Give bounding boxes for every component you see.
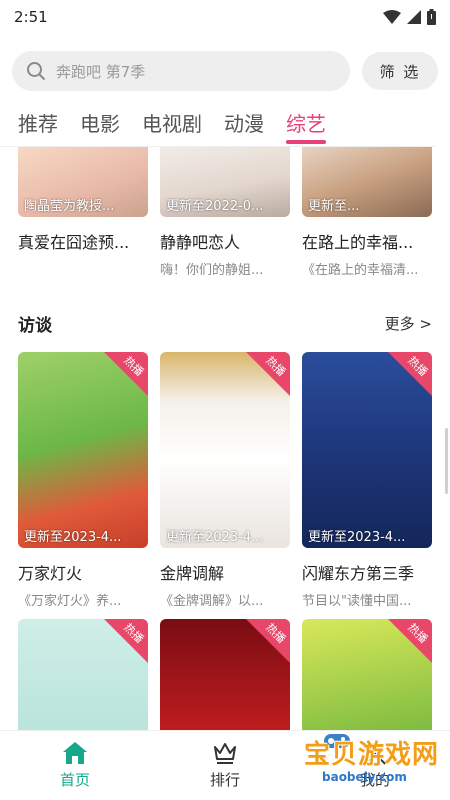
show-card[interactable]: 热播 更新至2023-4... 闪耀东方第三季 节目以"读懂中国...	[302, 352, 432, 609]
show-title: 金牌调解	[160, 564, 225, 583]
show-thumbnail: 热播	[160, 619, 290, 730]
show-card[interactable]: 热播 更新至2023-4... 金牌调解 《金牌调解》以...	[160, 352, 290, 609]
show-thumbnail: 热播 更新至2023-4...	[160, 352, 290, 548]
show-thumbnail: 更新至2022-0...	[160, 147, 290, 217]
tab-tv-series[interactable]: 电视剧	[142, 100, 202, 137]
nav-label: 排行	[209, 771, 240, 789]
show-title: 万家灯火	[18, 564, 83, 583]
tab-active-underline	[286, 140, 326, 144]
show-thumbnail: 热播	[18, 619, 148, 730]
show-subtitle: 《万家灯火》养...	[18, 594, 122, 609]
search-row: 奔跑吧 第7季 筛 选	[12, 50, 438, 92]
show-card[interactable]: 热播	[18, 619, 148, 730]
tab-anime[interactable]: 动漫	[224, 100, 264, 137]
show-thumbnail: 热播 更新至2023-4...	[18, 352, 148, 548]
tab-label: 综艺	[286, 112, 326, 136]
show-thumbnail: 热播	[302, 619, 432, 730]
signal-icon	[407, 10, 421, 24]
tab-label: 电影	[80, 112, 120, 136]
show-card[interactable]: 热播 更新至2023-4... 万家灯火 《万家灯火》养...	[18, 352, 148, 609]
status-icons	[383, 9, 436, 25]
watermark-title: 宝贝游戏网	[304, 740, 440, 770]
section-header-interview: 访谈 更多 >	[18, 311, 432, 336]
search-placeholder: 奔跑吧 第7季	[56, 62, 146, 81]
content-feed[interactable]: 陶晶莹为教授... 真爱在囧途预... 更新至2022-0... 静静吧恋人 嗨…	[0, 147, 450, 730]
watermark-logo: 宝贝游戏网 baobeiy.com	[276, 732, 446, 794]
show-subtitle: 节目以"读懂中国...	[302, 594, 412, 609]
bottom-row: 热播 热播 热播	[18, 619, 432, 730]
tab-label: 动漫	[224, 112, 264, 136]
thumb-overlay-text: 更新至...	[308, 199, 360, 214]
show-card[interactable]: 更新至2022-0... 静静吧恋人 嗨！你们的静姐...	[160, 147, 290, 278]
filter-button[interactable]: 筛 选	[362, 52, 438, 90]
thumb-overlay-text: 更新至2023-4...	[24, 530, 122, 545]
tab-movie[interactable]: 电影	[80, 100, 120, 137]
show-thumbnail: 更新至...	[302, 147, 432, 217]
show-title: 真爱在囧途预...	[18, 233, 130, 252]
tab-label: 推荐	[18, 112, 58, 136]
search-icon	[27, 62, 46, 81]
section-title: 访谈	[18, 316, 52, 336]
show-thumbnail: 热播 更新至2023-4...	[302, 352, 432, 548]
tab-variety[interactable]: 综艺	[286, 100, 326, 144]
category-tabs: 推荐 电影 电视剧 动漫 综艺	[0, 100, 450, 146]
top-row: 陶晶莹为教授... 真爱在囧途预... 更新至2022-0... 静静吧恋人 嗨…	[18, 147, 432, 278]
crown-icon	[214, 743, 236, 764]
tab-label: 电视剧	[142, 112, 202, 136]
show-title: 闪耀东方第三季	[302, 564, 415, 583]
thumb-overlay-text: 陶晶莹为教授...	[24, 199, 115, 214]
nav-label: 首页	[59, 771, 90, 789]
show-card[interactable]: 更新至... 在路上的幸福... 《在路上的幸福清...	[302, 147, 432, 278]
interview-row: 热播 更新至2023-4... 万家灯火 《万家灯火》养... 热播 更新至20…	[18, 352, 432, 609]
more-link[interactable]: 更多 >	[385, 313, 432, 334]
watermark-url: baobeiy.com	[322, 770, 407, 784]
show-subtitle: 嗨！你们的静姐...	[160, 263, 264, 278]
show-card[interactable]: 热播	[160, 619, 290, 730]
scroll-indicator[interactable]	[445, 428, 448, 494]
search-input[interactable]: 奔跑吧 第7季	[12, 51, 350, 91]
thumb-overlay-text: 更新至2023-4...	[308, 530, 406, 545]
wifi-icon	[383, 10, 401, 24]
show-title: 静静吧恋人	[160, 233, 241, 252]
thumb-overlay-text: 更新至2023-4...	[166, 530, 264, 545]
home-icon	[63, 742, 87, 764]
thumb-overlay-text: 更新至2022-0...	[166, 199, 264, 214]
show-subtitle: 《金牌调解》以...	[160, 594, 264, 609]
show-thumbnail: 陶晶莹为教授...	[18, 147, 148, 217]
tab-recommend[interactable]: 推荐	[18, 100, 58, 137]
nav-home[interactable]: 首页	[0, 731, 150, 800]
status-bar: 2:51	[0, 0, 450, 34]
show-card[interactable]: 陶晶莹为教授... 真爱在囧途预...	[18, 147, 148, 278]
show-title: 在路上的幸福...	[302, 233, 414, 252]
show-subtitle: 《在路上的幸福清...	[302, 263, 419, 278]
battery-icon	[427, 9, 436, 25]
show-card[interactable]: 热播	[302, 619, 432, 730]
status-time: 2:51	[14, 8, 48, 26]
